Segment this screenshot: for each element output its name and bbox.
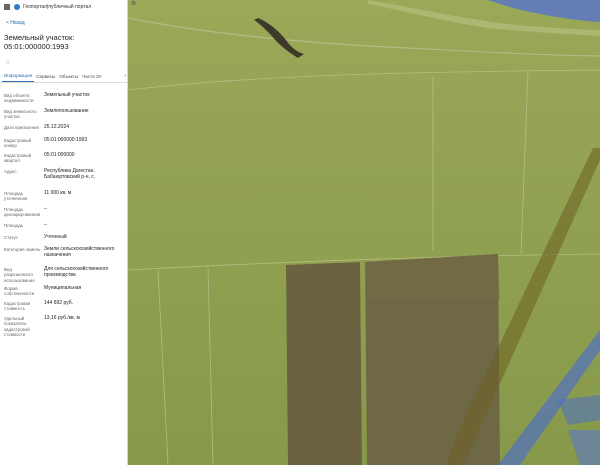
- top-bar: Геопортал|публичный портал: [0, 0, 127, 12]
- portal-name: Геопортал|публичный портал: [23, 4, 92, 10]
- apps-grid-icon[interactable]: [4, 4, 10, 10]
- property-label: Площадь: [4, 223, 24, 228]
- satellite-map[interactable]: [128, 0, 600, 465]
- page-title: Земельный участок: 05:01:000000:1993: [0, 28, 127, 51]
- farmland-background: [128, 0, 600, 465]
- property-label: Удельный показатель кадастровой стоимост…: [4, 316, 30, 337]
- property-value: Земли сельскохозяйственного назначения: [44, 246, 115, 258]
- plowed-plot: [286, 262, 362, 465]
- property-value: Республика Дагестан, Бабаюртовский р-н, …: [44, 168, 96, 180]
- tab-services[interactable]: Сервисы: [34, 74, 57, 82]
- property-label: Адрес: [4, 169, 17, 174]
- property-label: Кадастровая стоимость: [4, 301, 31, 312]
- info-panel: Геопортал|публичный портал < Назад Земел…: [0, 0, 128, 465]
- property-value: Земельный участок: [44, 92, 90, 98]
- property-label: Площадь уточненная: [4, 191, 28, 202]
- property-value: –: [44, 222, 47, 228]
- tab-parcel-parts[interactable]: Части ЗУ: [80, 74, 104, 82]
- property-value: 05:01:000000:1993: [44, 137, 88, 143]
- property-label: Кадастровый номер: [4, 138, 32, 149]
- back-link[interactable]: < Назад: [0, 12, 127, 28]
- property-value: 25.12.2024: [44, 124, 70, 130]
- property-value: Землепользование: [44, 108, 89, 114]
- property-value: 13,16 руб./кв. м: [44, 315, 80, 321]
- plowed-plot-shade: [365, 254, 500, 300]
- tabs-scroll-right-icon[interactable]: ›: [124, 73, 126, 79]
- parcel-cadastral-number: 05:01:000000:1993: [4, 42, 69, 51]
- portal-logo-icon: [14, 4, 20, 10]
- property-label: Площадь декларированная: [4, 207, 41, 218]
- property-value: 11 000 кв. м: [44, 190, 72, 196]
- tab-bar: Информация Сервисы Объекты Части ЗУ ›: [0, 67, 127, 83]
- property-label: Вид земельного участка: [4, 109, 37, 120]
- map-tool-icon[interactable]: ⚙: [131, 1, 138, 8]
- property-value: Учтенный: [44, 234, 67, 240]
- property-value: 05:01:000000: [44, 152, 75, 158]
- favorite-star-icon[interactable]: ☆: [0, 51, 127, 66]
- property-label: Категория земель: [4, 247, 41, 252]
- tab-objects[interactable]: Объекты: [57, 74, 80, 82]
- property-label: Форма собственности: [4, 286, 35, 297]
- property-value: Для сельскохозяйственного производства: [44, 266, 109, 278]
- property-label: Дата присвоения: [4, 125, 39, 130]
- property-label: Вид разрешенного использования: [4, 267, 35, 283]
- property-value: –: [44, 206, 47, 212]
- property-label: Вид объекта недвижимости: [4, 93, 34, 104]
- property-label: Статус: [4, 235, 18, 240]
- property-value: Муниципальная: [44, 285, 82, 291]
- map-view[interactable]: ⚙: [128, 0, 600, 465]
- tab-information[interactable]: Информация: [2, 73, 35, 82]
- property-value: 144 892 руб.: [44, 300, 73, 306]
- property-label: Кадастровый квартал: [4, 153, 32, 164]
- parcel-type-title: Земельный участок:: [4, 33, 75, 42]
